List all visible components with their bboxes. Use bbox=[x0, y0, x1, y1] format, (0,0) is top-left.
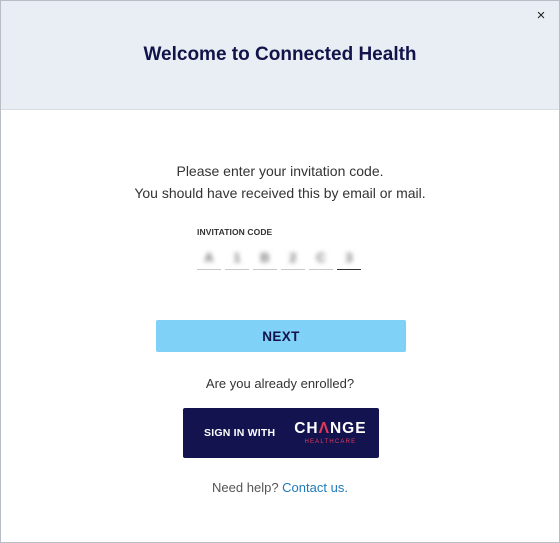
instructions-line-1: Please enter your invitation code. bbox=[176, 163, 384, 179]
code-digit-value: C bbox=[316, 249, 326, 265]
code-digit-3[interactable]: B bbox=[253, 245, 277, 270]
brand-wordmark: CHΛNGE bbox=[294, 420, 367, 438]
brand-subtitle: HEALTHCARE bbox=[304, 438, 357, 445]
code-digit-1[interactable]: A bbox=[197, 245, 221, 270]
enrolled-question: Are you already enrolled? bbox=[205, 376, 355, 391]
code-digit-2[interactable]: 1 bbox=[225, 245, 249, 270]
help-prefix: Need help? bbox=[212, 480, 279, 495]
welcome-dialog: Welcome to Connected Health × Please ent… bbox=[0, 0, 560, 543]
code-digit-4[interactable]: 2 bbox=[281, 245, 305, 270]
instructions: Please enter your invitation code. You s… bbox=[1, 160, 559, 204]
code-digit-value: 2 bbox=[289, 249, 297, 265]
code-digit-value: 1 bbox=[233, 249, 241, 265]
next-button[interactable]: NEXT bbox=[156, 320, 406, 352]
code-digit-5[interactable]: C bbox=[309, 245, 333, 270]
code-digit-6[interactable]: 3 bbox=[337, 245, 361, 270]
change-healthcare-logo: CHΛNGE HEALTHCARE bbox=[294, 421, 366, 445]
sign-in-with-change-healthcare-button[interactable]: SIGN IN WITH CHΛNGE HEALTHCARE bbox=[183, 408, 379, 458]
code-digit-value: 3 bbox=[345, 249, 353, 265]
help-line: Need help? Contact us. bbox=[1, 480, 559, 495]
dialog-header: Welcome to Connected Health × bbox=[1, 1, 559, 110]
close-icon[interactable]: × bbox=[533, 8, 549, 24]
contact-us-link[interactable]: Contact us. bbox=[282, 480, 348, 495]
invitation-code-input: A 1 B 2 C 3 bbox=[197, 245, 361, 270]
dialog-title: Welcome to Connected Health bbox=[143, 44, 417, 65]
code-digit-value: B bbox=[260, 249, 270, 265]
sign-in-label: SIGN IN WITH bbox=[204, 427, 276, 439]
instructions-line-2: You should have received this by email o… bbox=[134, 185, 426, 201]
invitation-code-label: INVITATION CODE bbox=[197, 227, 273, 237]
code-digit-value: A bbox=[204, 249, 214, 265]
